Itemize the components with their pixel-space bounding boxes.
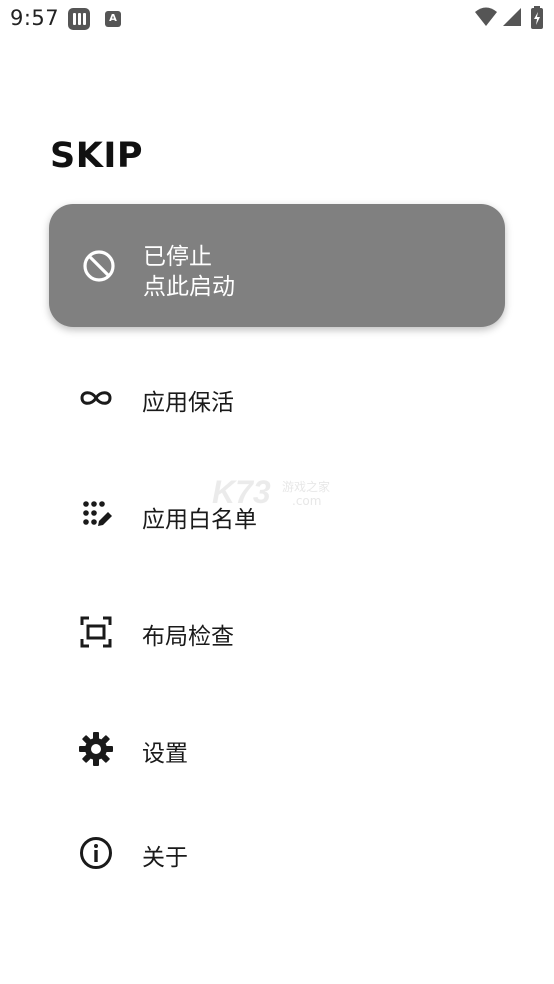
battery-icon bbox=[531, 6, 543, 29]
infinity-icon bbox=[80, 391, 112, 405]
menu-item-layout-inspect[interactable]: 布局检查 bbox=[60, 600, 520, 664]
app-notification-icon bbox=[68, 8, 90, 30]
status-text: 已停止 bbox=[143, 244, 212, 270]
watermark: K73 游戏之家 .com bbox=[212, 474, 342, 514]
menu-item-label: 设置 bbox=[142, 741, 188, 767]
menu-item-keep-alive[interactable]: 应用保活 bbox=[60, 366, 520, 430]
frame-scan-icon bbox=[80, 616, 112, 648]
block-icon bbox=[83, 250, 115, 282]
watermark-logo: K73 bbox=[212, 474, 271, 510]
watermark-tagline: 游戏之家 bbox=[282, 480, 331, 494]
wifi-icon bbox=[475, 7, 497, 26]
status-action-text: 点此启动 bbox=[143, 274, 235, 300]
watermark-domain: .com bbox=[292, 494, 322, 508]
menu-item-label: 应用保活 bbox=[142, 390, 234, 416]
service-status-card[interactable]: 已停止 点此启动 bbox=[49, 204, 505, 327]
status-time: 9:57 bbox=[10, 6, 60, 30]
menu-item-settings[interactable]: 设置 bbox=[60, 717, 520, 781]
gear-icon bbox=[79, 732, 113, 766]
app-title: SKIP bbox=[50, 136, 144, 176]
cell-signal-icon bbox=[503, 8, 521, 26]
info-icon bbox=[80, 837, 112, 869]
menu-item-label: 布局检查 bbox=[142, 624, 234, 650]
menu-item-label: 关于 bbox=[142, 845, 188, 871]
dots-pencil-icon bbox=[83, 501, 112, 526]
menu-item-about[interactable]: 关于 bbox=[60, 821, 520, 885]
status-bar: 9:57 A bbox=[0, 0, 554, 40]
app-notification-icon: A bbox=[105, 11, 121, 27]
